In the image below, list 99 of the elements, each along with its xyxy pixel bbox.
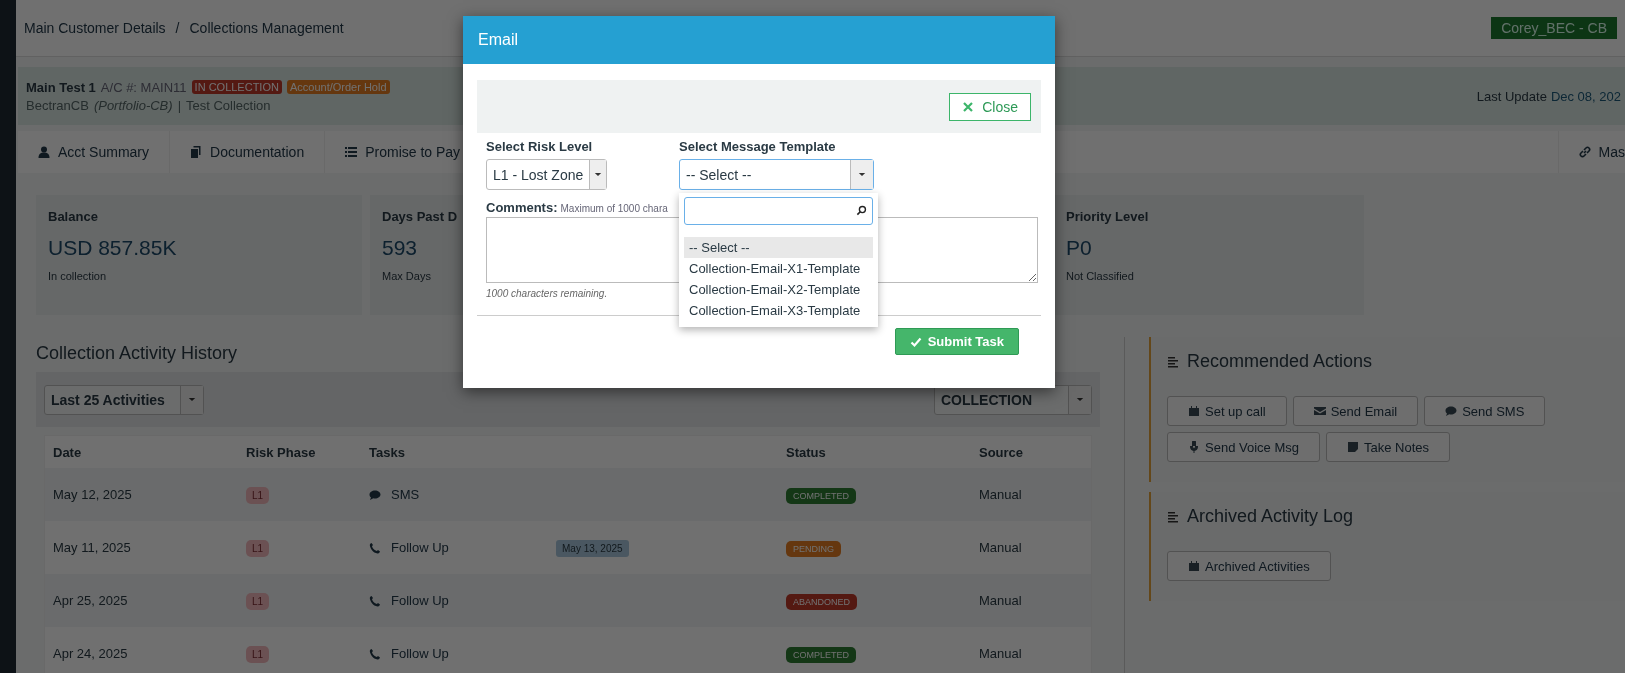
status-badge: COMPLETED — [786, 488, 856, 504]
last-update-label: Last Update — [1476, 88, 1547, 104]
user-icon — [38, 146, 50, 158]
calendar-icon — [1188, 405, 1200, 417]
panel-title: Recommended Actions — [1187, 351, 1373, 372]
status-tag: Account/Order Hold — [286, 80, 390, 94]
note-icon — [1346, 441, 1359, 453]
table-cell-text: Apr 24, 2025 — [52, 646, 129, 661]
caret-icon — [1076, 397, 1084, 402]
dropdown-option[interactable]: Collection-Email-X1-Template — [684, 258, 873, 279]
search-field[interactable] — [684, 197, 873, 225]
link-icon — [1578, 146, 1591, 158]
align-left-icon — [1167, 510, 1179, 523]
caret-icon — [188, 397, 196, 402]
close-button[interactable]: Close — [949, 92, 1031, 121]
task-link[interactable]: Follow Up — [361, 593, 548, 608]
tab[interactable]: Mas — [1557, 131, 1625, 173]
table-cell-text: Apr 25, 2025 — [52, 593, 129, 608]
due-date-badge: May 13, 2025 — [556, 540, 629, 557]
speech-bubble-icon — [369, 488, 381, 501]
envelope-icon — [1313, 405, 1326, 417]
risk-phase-badge: L1 — [246, 646, 270, 663]
task-link[interactable]: Follow Up — [361, 540, 548, 555]
copy-icon — [190, 146, 202, 158]
table-cell-text: May 11, 2025 — [52, 540, 132, 555]
stat-value: P0 — [1066, 236, 1093, 260]
stat-note: Max Days — [382, 270, 432, 282]
panel-title: Archived Activity Log — [1187, 506, 1354, 527]
tab[interactable]: Documentation — [170, 131, 326, 173]
comments-label: Comments: — [486, 200, 558, 215]
column-header: Status — [785, 444, 827, 460]
table-cell-text: Manual — [978, 487, 1023, 502]
search-icon — [856, 205, 867, 216]
risk-phase-badge: L1 — [246, 487, 270, 504]
task-link[interactable]: Follow Up — [361, 646, 548, 661]
stat-value: 593 — [382, 236, 419, 260]
dropdown-option[interactable]: Collection-Email-X3-Template — [684, 300, 873, 321]
action-button[interactable]: Send Voice Msg — [1167, 432, 1320, 462]
stat-title: Days Past D — [382, 209, 459, 224]
status-tag: IN COLLECTION — [191, 80, 282, 94]
stat-title: Priority Level — [1066, 209, 1150, 224]
company-name: BectranCB — [26, 97, 89, 113]
calendar-icon — [1188, 560, 1200, 572]
stat-value: USD 857.85K — [48, 236, 178, 260]
template-select[interactable]: -- Select -- — [679, 159, 874, 190]
phone-icon — [369, 647, 381, 660]
section-title: Collection Activity History — [36, 343, 238, 364]
table-cell-text: May 12, 2025 — [52, 487, 133, 502]
speech-bubble-icon — [1445, 405, 1458, 417]
status-badge: ABANDONED — [786, 594, 857, 610]
field-label: Select Risk Level — [486, 139, 594, 154]
divider-text: | — [177, 97, 181, 113]
account-name: Main Test 1 — [26, 79, 96, 95]
microphone-icon — [1188, 441, 1200, 453]
dropdown-option[interactable]: -- Select -- — [684, 237, 873, 258]
tab[interactable]: Acct Summary — [18, 131, 170, 173]
column-header: Source — [978, 444, 1025, 460]
stat-note: In collection — [48, 270, 108, 282]
account-number: A/C #: MAIN11 — [100, 79, 187, 95]
breadcrumb-link[interactable]: Main Customer Details — [24, 20, 166, 36]
stat-title: Balance — [48, 209, 99, 224]
status-badge: PENDING — [786, 541, 841, 557]
characters-remaining: 1000 characters remaining. — [486, 288, 608, 299]
column-header: Tasks — [368, 444, 406, 460]
last-update-date: Dec 08, 202 — [1550, 88, 1621, 104]
action-button[interactable]: Take Notes — [1325, 432, 1450, 462]
stat-note: Not Classified — [1066, 270, 1135, 282]
dropdown-option[interactable]: Collection-Email-X2-Template — [684, 279, 873, 300]
check-icon — [909, 335, 922, 348]
column-header: Risk Phase — [245, 444, 317, 460]
action-button[interactable]: Archived Activities — [1167, 551, 1331, 581]
column-header: Date — [52, 444, 83, 460]
dialog-title: Email — [463, 16, 1055, 64]
table-cell-text: Manual — [978, 593, 1023, 608]
action-button[interactable]: Send SMS — [1424, 396, 1546, 426]
breadcrumb-separator: / — [175, 20, 180, 36]
user-badge[interactable]: Corey_BEC - CB — [1491, 17, 1617, 39]
phone-icon — [369, 594, 381, 607]
action-button[interactable]: Send Email — [1292, 396, 1419, 426]
breadcrumb-link[interactable]: Collections Management — [189, 20, 344, 36]
submit-button[interactable]: Submit Task — [894, 328, 1019, 355]
risk-phase-badge: L1 — [246, 593, 270, 610]
range-select[interactable]: Last 25 Activities — [44, 384, 204, 415]
table-cell-text: Manual — [978, 540, 1023, 555]
collection-name: Test Collection — [186, 97, 271, 113]
status-badge: COMPLETED — [786, 647, 856, 663]
portfolio-name: (Portfolio-CB) — [93, 97, 173, 113]
table-cell-text: Manual — [978, 646, 1023, 661]
action-button[interactable]: Set up call — [1167, 396, 1287, 426]
list-icon — [345, 146, 358, 158]
risk-level-select[interactable]: L1 - Lost Zone — [486, 159, 607, 190]
close-icon — [962, 100, 975, 113]
comments-hint: Maximum of 1000 chara — [560, 203, 668, 214]
task-link[interactable]: SMS — [361, 487, 548, 502]
phase-select[interactable]: COLLECTION — [934, 384, 1092, 415]
field-label: Select Message Template — [679, 139, 837, 154]
risk-phase-badge: L1 — [246, 540, 270, 557]
align-left-icon — [1167, 355, 1179, 368]
phone-icon — [369, 541, 381, 554]
